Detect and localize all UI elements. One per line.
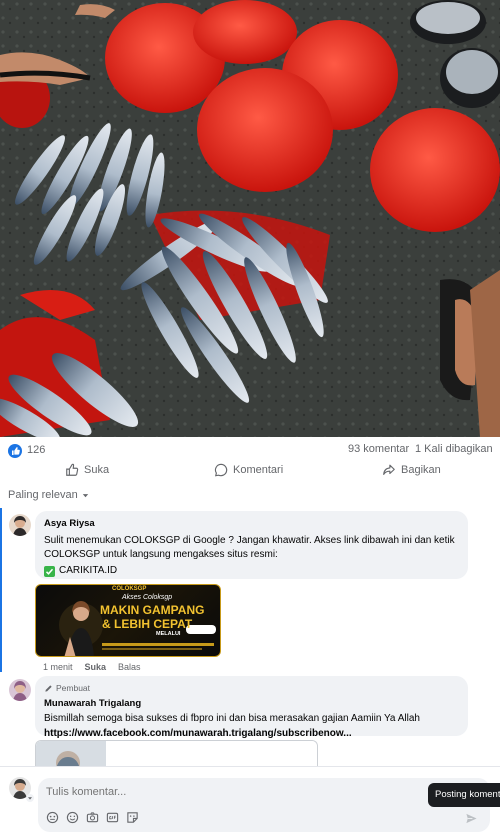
- sort-label: Paling relevan: [8, 489, 78, 501]
- share-button[interactable]: Bagikan: [382, 463, 441, 477]
- comment-author[interactable]: Asya Riysa: [44, 517, 459, 531]
- thumbs-up-icon: [66, 463, 79, 476]
- comment-text: Sulit menemukan COLOKSGP di Google ? Jan…: [44, 535, 455, 560]
- like-button[interactable]: Suka: [65, 463, 109, 477]
- avatar[interactable]: [9, 514, 31, 536]
- post-photo[interactable]: [0, 0, 500, 437]
- avatar-sticker-icon[interactable]: [46, 811, 59, 824]
- comment-time[interactable]: 1 menit: [43, 662, 73, 672]
- comment-sort-dropdown[interactable]: Paling relevan: [8, 489, 90, 501]
- like-count[interactable]: 126: [27, 444, 45, 456]
- emoji-icon[interactable]: [66, 811, 79, 824]
- comment-composer: [0, 766, 500, 838]
- composer-tools: [46, 811, 139, 824]
- banner-line4: MELALUI: [156, 631, 181, 637]
- link-preview-card[interactable]: [35, 740, 318, 768]
- sticker-icon[interactable]: [126, 811, 139, 824]
- check-mark-icon: [44, 565, 55, 577]
- like-reaction-icon[interactable]: [8, 444, 22, 458]
- banner-line1: Akses Coloksgp: [122, 594, 173, 601]
- banner-line3: & LEBIH CEPAT: [102, 617, 193, 631]
- avatar[interactable]: [9, 679, 31, 701]
- comment-author[interactable]: Munawarah Trigalang: [44, 697, 459, 711]
- caret-down-icon: [82, 493, 88, 497]
- pencil-icon: [45, 684, 52, 692]
- comment-link[interactable]: https://www.facebook.com/munawarah.triga…: [44, 727, 459, 741]
- gif-icon[interactable]: [106, 811, 119, 824]
- comment-bubble: Asya Riysa Sulit menemukan COLOKSGP di G…: [35, 511, 468, 579]
- share-button-label: Bagikan: [401, 464, 441, 476]
- author-badge: Pembuat: [44, 681, 459, 695]
- banner-brand: COLOKSGP: [112, 586, 147, 592]
- shares-count[interactable]: 1 Kali dibagikan: [415, 443, 493, 455]
- post-comment-tooltip: Posting komentar: [428, 783, 500, 807]
- comment-bubble-icon: [214, 463, 228, 477]
- link-preview-image: [36, 741, 317, 768]
- post-actions: Suka Komentari Bagikan: [0, 460, 500, 482]
- comment-text: Bismillah semoga bisa sukses di fbpro in…: [44, 713, 420, 724]
- profile-switch-caret-icon[interactable]: [26, 794, 34, 802]
- fish-market-photo: [0, 0, 500, 437]
- carikita-text: CARIKITA.ID: [59, 565, 118, 576]
- thread-rule: [0, 508, 2, 672]
- send-icon[interactable]: [465, 812, 478, 825]
- comment-input[interactable]: [46, 786, 426, 798]
- author-badge-label: Pembuat: [56, 683, 91, 693]
- comment-button[interactable]: Komentari: [214, 463, 283, 477]
- comment-image-banner[interactable]: COLOKSGP Akses Coloksgp MAKIN GAMPANG & …: [35, 584, 221, 657]
- like-button-label: Suka: [84, 464, 110, 476]
- comment-like-link[interactable]: Suka: [85, 662, 107, 672]
- comment-reply-link[interactable]: Balas: [118, 662, 141, 672]
- comment-link-line: CARIKITA.ID: [44, 564, 459, 578]
- composer-box: [38, 778, 490, 832]
- banner-line2: MAKIN GAMPANG: [100, 603, 205, 617]
- comment-bubble: Pembuat Munawarah Trigalang Bismillah se…: [35, 676, 468, 739]
- comments-count[interactable]: 93 komentar: [348, 443, 409, 455]
- camera-icon[interactable]: [86, 811, 99, 824]
- comment-button-label: Komentari: [233, 464, 284, 476]
- comment-meta: 1 menit Suka Balas: [43, 662, 141, 672]
- share-arrow-icon: [383, 464, 395, 475]
